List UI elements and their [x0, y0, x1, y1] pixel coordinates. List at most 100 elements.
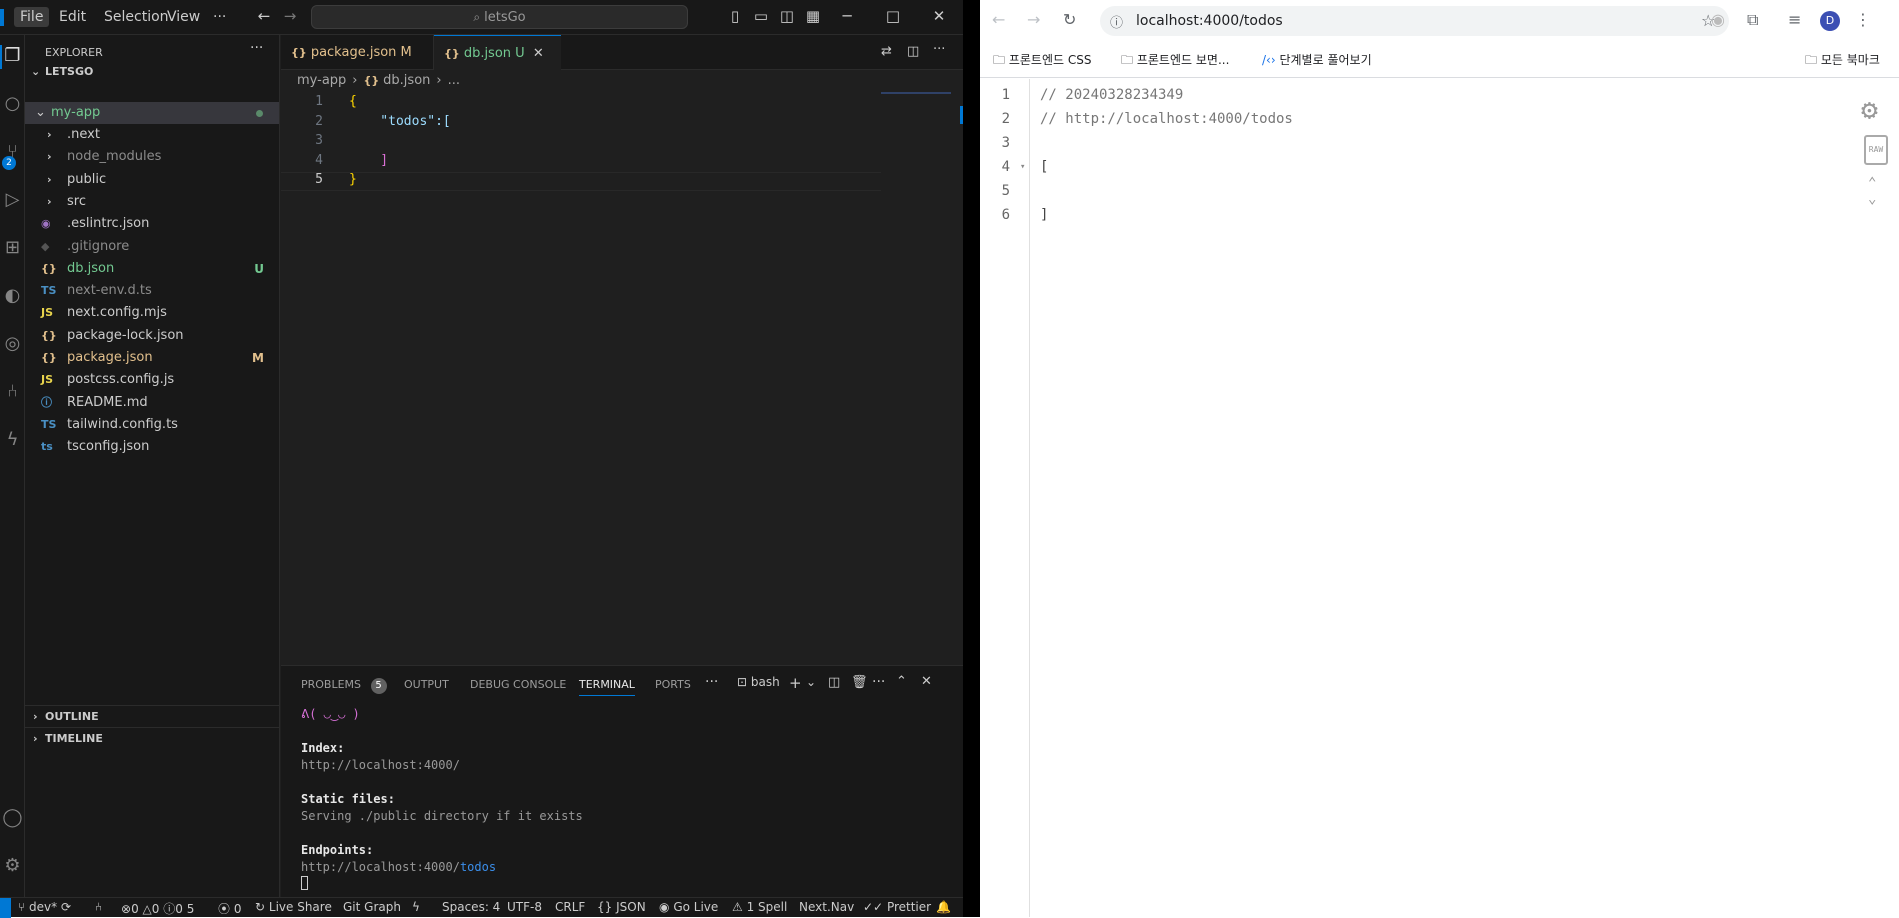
folder-my-app[interactable]: ⌄ my-app — [25, 102, 279, 124]
branch-indicator[interactable]: ⑂ dev* ⟳ — [18, 900, 71, 914]
chevron-down-icon[interactable]: ⌄ — [806, 675, 816, 689]
reload-icon[interactable]: ↻ — [1063, 10, 1076, 29]
panel-tab-problems[interactable]: PROBLEMS 5 — [301, 678, 387, 694]
terminal-shell-selector[interactable]: ⊡ bash — [737, 675, 780, 689]
menu-view[interactable]: View — [161, 7, 206, 27]
new-terminal-icon[interactable]: + — [789, 674, 802, 692]
tree-item[interactable]: {} package.json M — [25, 347, 279, 369]
encoding-button[interactable]: UTF-8 — [507, 900, 542, 914]
remote-indicator[interactable] — [0, 898, 11, 918]
close-window-icon[interactable]: ✕ — [930, 7, 948, 25]
tree-item[interactable]: ts tsconfig.json — [25, 436, 279, 458]
next-nav-button[interactable]: Next.Nav — [799, 900, 854, 914]
bookmark-folder-frontend[interactable]: 🗀 프론트엔드 보면... — [1121, 51, 1229, 72]
extensions-puzzle-icon[interactable]: ⧉ — [1747, 10, 1758, 30]
chrome-menu-icon[interactable]: ⋮ — [1855, 10, 1871, 29]
toggle-panel-icon[interactable]: ▭ — [752, 7, 770, 25]
tree-item[interactable]: ◆ .gitignore — [25, 236, 279, 258]
breadcrumb-file[interactable]: db.json — [383, 70, 430, 92]
tree-item[interactable]: TS tailwind.config.ts — [25, 414, 279, 436]
bookmark-folder-css[interactable]: 🗀 프론트엔드 CSS — [993, 51, 1091, 72]
panel-tab-debug-console[interactable]: DEBUG CONSOLE — [470, 678, 566, 691]
open-changes-icon[interactable]: ⇄ — [881, 44, 892, 59]
trash-icon[interactable]: 🗑 — [851, 675, 868, 690]
code-editor[interactable]: 1{2 "todos":[3 4 ] 5} — [281, 92, 963, 665]
tree-item[interactable]: ⓘ README.md — [25, 392, 279, 414]
menu-more[interactable]: ··· — [207, 7, 232, 27]
lightning-icon[interactable]: ϟ — [412, 900, 420, 914]
maximize-icon[interactable]: □ — [884, 7, 902, 25]
split-terminal-icon[interactable]: ◫ — [828, 675, 840, 690]
expand-down-icon[interactable]: ⌄ — [1868, 191, 1876, 207]
toggle-secondary-sidebar-icon[interactable]: ◫ — [778, 7, 796, 25]
tree-item[interactable]: › public — [25, 169, 279, 191]
thunder-client-icon[interactable]: ϟ — [0, 429, 25, 450]
git-graph-icon[interactable]: ⑃ — [0, 381, 25, 402]
collapse-up-icon[interactable]: ⌃ — [1868, 175, 1876, 191]
terminal-more-icon[interactable]: ··· — [872, 674, 885, 690]
tree-item[interactable]: TS next-env.d.ts — [25, 280, 279, 302]
indentation-button[interactable]: Spaces: 4 — [442, 900, 500, 914]
maximize-panel-icon[interactable]: ⌃ — [896, 674, 907, 689]
tree-item[interactable]: › src — [25, 191, 279, 213]
breadcrumb-symbol[interactable]: ... — [448, 70, 460, 92]
split-editor-icon[interactable]: ◫ — [907, 44, 919, 59]
minimap[interactable] — [881, 92, 951, 94]
tree-item[interactable]: {} db.json U — [25, 258, 279, 280]
problems-indicator[interactable]: ⊗0 △0 ⓘ0 5 — [121, 900, 194, 917]
tree-item[interactable]: JS next.config.mjs — [25, 302, 279, 324]
language-button[interactable]: {} JSON — [597, 900, 646, 914]
menu-file[interactable]: File — [14, 7, 50, 27]
explorer-icon[interactable]: ❐ — [0, 45, 25, 66]
forward-arrow-icon[interactable]: → — [281, 7, 299, 25]
editor-more-icon[interactable]: ··· — [933, 42, 945, 57]
tab-package-json[interactable]: {} package.json M — [281, 35, 434, 70]
close-tab-icon[interactable]: ✕ — [533, 46, 544, 61]
docker-icon[interactable]: ◎ — [0, 333, 25, 354]
git-graph-status-icon[interactable]: ⑃ — [95, 900, 102, 914]
search-activity-icon[interactable]: ○ — [0, 93, 25, 114]
tab-db-json[interactable]: {} db.json U ✕ — [434, 35, 561, 70]
panel-tab-terminal[interactable]: TERMINAL — [579, 678, 635, 696]
outline-section[interactable]: › OUTLINE — [25, 705, 279, 727]
spell-button[interactable]: ⚠ 1 Spell — [732, 900, 787, 914]
close-panel-icon[interactable]: ✕ — [921, 674, 932, 689]
terminal-output[interactable]: ᕕ( ◡‿◡ ) Index: http://localhost:4000/ S… — [301, 706, 583, 895]
go-live-button[interactable]: ◉ Go Live — [659, 900, 718, 914]
extension-face-icon[interactable]: ◉ — [1711, 10, 1725, 29]
back-icon[interactable]: ← — [992, 10, 1005, 29]
menu-edit[interactable]: Edit — [53, 7, 92, 27]
panel-tab-output[interactable]: OUTPUT — [404, 678, 449, 691]
settings-gear-icon[interactable]: ⚙ — [1861, 93, 1878, 126]
profile-avatar[interactable]: D — [1820, 11, 1840, 31]
minimize-icon[interactable]: ─ — [838, 7, 856, 25]
git-graph-button[interactable]: Git Graph — [343, 900, 401, 914]
forward-icon[interactable]: → — [1027, 10, 1040, 29]
tree-item[interactable]: › .next — [25, 124, 279, 146]
eol-button[interactable]: CRLF — [555, 900, 585, 914]
customize-layout-icon[interactable]: ▦ — [804, 7, 822, 25]
tree-item[interactable]: › node_modules — [25, 146, 279, 168]
extensions-icon[interactable]: ⊞ — [0, 237, 25, 258]
workspace-header[interactable]: ⌄ LETSGO — [25, 61, 279, 83]
bell-icon[interactable]: 🔔 — [936, 900, 951, 914]
tree-item[interactable]: ◉ .eslintrc.json — [25, 213, 279, 235]
prettier-button[interactable]: ✓✓ Prettier — [863, 900, 931, 914]
command-center-search[interactable]: ⌕ letsGo — [311, 5, 688, 29]
address-bar[interactable]: ⓘ localhost:4000/todos ☆ — [1100, 6, 1729, 36]
media-control-icon[interactable]: ≡ — [1788, 10, 1801, 29]
panel-tab-ports[interactable]: PORTS — [655, 678, 691, 691]
timeline-section[interactable]: › TIMELINE — [25, 727, 279, 749]
manage-gear-icon[interactable]: ⚙ — [0, 855, 25, 876]
ports-indicator[interactable]: ⦿ 0 — [218, 900, 241, 917]
back-arrow-icon[interactable]: ← — [255, 7, 273, 25]
raw-toggle-button[interactable]: RAW — [1864, 135, 1888, 165]
bookmark-all[interactable]: 🗀 모든 북마크 — [1805, 51, 1880, 72]
run-debug-icon[interactable]: ▷ — [0, 189, 25, 210]
site-info-icon[interactable]: ⓘ — [1110, 12, 1123, 31]
breadcrumb-folder[interactable]: my-app — [297, 70, 346, 92]
fold-arrow-icon[interactable]: ▾ — [1020, 162, 1025, 172]
bookmark-step-by-step[interactable]: /‹› 단계별로 풀어보기 — [1262, 51, 1372, 68]
panel-more-icon[interactable]: ··· — [705, 674, 718, 690]
explorer-more-icon[interactable]: ··· — [250, 40, 263, 56]
